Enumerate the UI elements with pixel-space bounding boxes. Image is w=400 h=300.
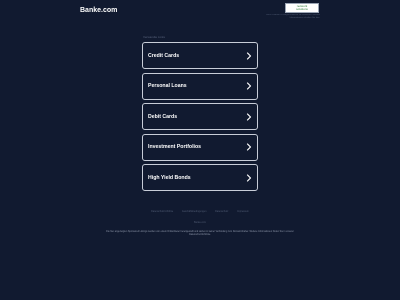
chevron-right-icon bbox=[246, 173, 252, 182]
chevron-right-icon bbox=[246, 112, 252, 121]
related-links-list: Credit Cards Personal Loans Debit Cards … bbox=[142, 42, 258, 195]
brand-title[interactable]: Banke.com bbox=[80, 7, 117, 14]
link-item-high-yield-bonds[interactable]: High Yield Bonds bbox=[142, 164, 258, 191]
page: Banke.com network solutions Diese Domain… bbox=[0, 0, 400, 300]
footer-links: Datenschutzrichtlinie Geschäftsbedingung… bbox=[100, 210, 300, 213]
chevron-right-icon bbox=[246, 143, 252, 151]
link-label: Debit Cards bbox=[148, 113, 178, 120]
footer-link-terms[interactable]: Geschäftsbedingungen bbox=[182, 210, 207, 213]
footer-link-privacy-policy[interactable]: Datenschutzrichtlinie bbox=[151, 210, 173, 213]
footer-disclaimer: Die hier angezeigten Sponsored Listings … bbox=[106, 231, 294, 237]
chevron-right-icon bbox=[246, 51, 252, 60]
link-label: High Yield Bonds bbox=[148, 174, 191, 181]
link-item-investment-portfolios[interactable]: Investment Portfolios bbox=[142, 133, 258, 161]
sale-badge[interactable]: network solutions bbox=[285, 3, 319, 13]
link-label: Personal Loans bbox=[148, 83, 187, 89]
chevron-right-icon bbox=[246, 82, 252, 90]
link-label: Credit Cards bbox=[148, 52, 180, 59]
footer-link-imprint[interactable]: Impressum bbox=[237, 210, 249, 213]
link-item-debit-cards[interactable]: Debit Cards bbox=[142, 103, 258, 130]
link-label: Investment Portfolios bbox=[148, 144, 202, 150]
sale-notice: Diese Domain ist möglicherweise zu verka… bbox=[265, 14, 320, 19]
link-item-personal-loans[interactable]: Personal Loans bbox=[142, 72, 258, 100]
footer-link-privacy[interactable]: Datenschutz bbox=[215, 210, 228, 213]
section-label: Verwandte Links bbox=[143, 35, 166, 39]
footer-domain: Banke.com bbox=[194, 221, 206, 224]
badge-line-2: solutions bbox=[296, 7, 308, 12]
link-item-credit-cards[interactable]: Credit Cards bbox=[142, 42, 258, 69]
